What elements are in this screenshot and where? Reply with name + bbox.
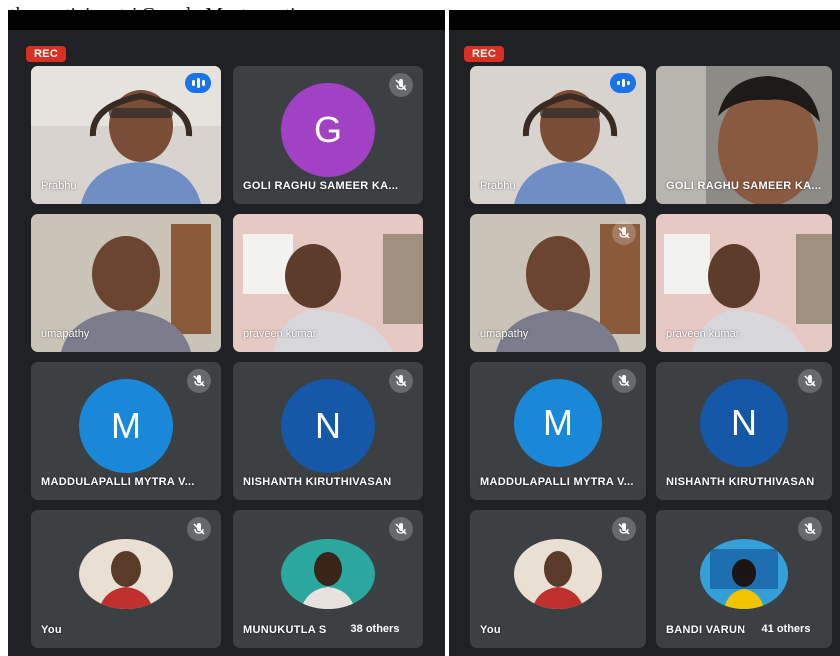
participant-tile[interactable]: Prabhu (470, 66, 646, 204)
mic-off-icon (798, 369, 822, 393)
participant-name: You (41, 624, 62, 636)
meet-panel-left: REC Prabhu G GOLI RAGHU SAMEER KA... uma… (8, 10, 445, 656)
participant-name: Prabhu (41, 180, 77, 192)
avatar: M (514, 379, 602, 467)
avatar (281, 539, 375, 609)
avatar: N (281, 379, 375, 473)
participant-tile[interactable]: GOLI RAGHU SAMEER KA... (656, 66, 832, 204)
participant-name: Prabhu (480, 180, 516, 192)
participant-name: praveen kumar (243, 328, 317, 340)
participant-name: NISHANTH KIRUTHIVASAN (666, 476, 815, 488)
participant-name: umapathy (480, 328, 529, 340)
mic-off-icon (612, 517, 636, 541)
avatar (79, 539, 173, 609)
participant-tile[interactable]: N NISHANTH KIRUTHIVASAN (656, 362, 832, 500)
mic-off-icon (389, 73, 413, 97)
participant-name: MADDULAPALLI MYTRA V... (41, 476, 195, 488)
participant-tile[interactable]: You (470, 510, 646, 648)
recording-badge: REC (26, 46, 66, 62)
recording-badge: REC (464, 46, 504, 62)
audio-level-icon (185, 73, 211, 93)
mic-off-icon (612, 221, 636, 245)
avatar: M (79, 379, 173, 473)
participant-tile[interactable]: praveen kumar (656, 214, 832, 352)
participant-name: MUNUKUTLA S (243, 624, 327, 636)
participant-name: GOLI RAGHU SAMEER KA... (666, 180, 822, 192)
participant-tile[interactable]: G GOLI RAGHU SAMEER KA... (233, 66, 423, 204)
meet-panel-right: REC Prabhu GOLI RAGHU SAMEER KA... umapa… (449, 10, 840, 656)
avatar: G (281, 83, 375, 177)
participant-tile[interactable]: M MADDULAPALLI MYTRA V... (31, 362, 221, 500)
participant-tile[interactable]: BANDI VARUN 41 others (656, 510, 832, 648)
participant-name: BANDI VARUN (666, 624, 746, 636)
mic-off-icon (187, 369, 211, 393)
others-button[interactable]: 38 others (333, 618, 417, 640)
status-bar (8, 10, 445, 30)
participant-tile[interactable]: umapathy (470, 214, 646, 352)
participant-name: umapathy (41, 328, 90, 340)
participant-tile[interactable]: praveen kumar (233, 214, 423, 352)
participant-name: GOLI RAGHU SAMEER KA... (243, 180, 399, 192)
avatar: N (700, 379, 788, 467)
mic-off-icon (389, 517, 413, 541)
participant-name: MADDULAPALLI MYTRA V... (480, 476, 634, 488)
avatar (700, 539, 788, 609)
participant-tile[interactable]: N NISHANTH KIRUTHIVASAN (233, 362, 423, 500)
mic-off-icon (389, 369, 413, 393)
participant-name: praveen kumar (666, 328, 740, 340)
participant-name: NISHANTH KIRUTHIVASAN (243, 476, 392, 488)
avatar (514, 539, 602, 609)
participant-tile[interactable]: umapathy (31, 214, 221, 352)
participant-name: You (480, 624, 501, 636)
mic-off-icon (798, 517, 822, 541)
mic-off-icon (187, 517, 211, 541)
status-bar (449, 10, 840, 30)
participant-tile[interactable]: You (31, 510, 221, 648)
participant-tile[interactable]: Prabhu (31, 66, 221, 204)
others-button[interactable]: 41 others (744, 618, 828, 640)
participant-tile[interactable]: M MADDULAPALLI MYTRA V... (470, 362, 646, 500)
mic-off-icon (612, 369, 636, 393)
audio-level-icon (610, 73, 636, 93)
participant-tile[interactable]: MUNUKUTLA S 38 others (233, 510, 423, 648)
